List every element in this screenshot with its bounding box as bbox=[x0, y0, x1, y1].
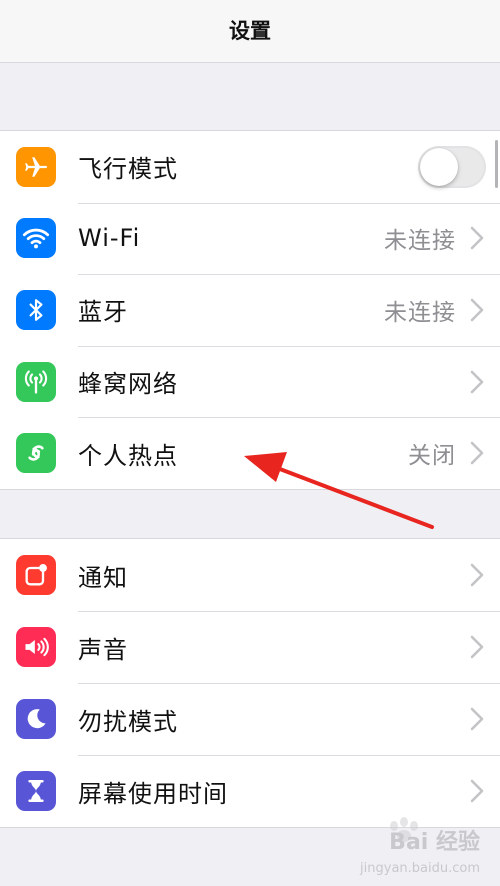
personal-hotspot-label: 个人热点 bbox=[78, 441, 178, 470]
wifi-icon bbox=[16, 218, 56, 259]
notifications-group: 通知 声音 勿扰模式 屏幕使用时间 bbox=[0, 538, 500, 828]
chevron-right-icon bbox=[470, 635, 484, 659]
settings-row-airplane-mode: 飞行模式 bbox=[0, 131, 500, 203]
chevron-right-icon bbox=[470, 779, 484, 803]
wifi-status-value: 未连接 bbox=[384, 228, 456, 255]
toggle-knob bbox=[420, 147, 458, 186]
chevron-right-icon bbox=[470, 441, 484, 465]
settings-row-bluetooth[interactable]: 蓝牙 未连接 bbox=[0, 274, 500, 346]
chevron-right-icon bbox=[470, 707, 484, 731]
page-title: 设置 bbox=[229, 19, 271, 43]
watermark-text: Bai 经验 bbox=[389, 830, 480, 855]
hotspot-link-icon bbox=[16, 433, 56, 474]
cellular-label: 蜂窝网络 bbox=[78, 370, 178, 399]
notifications-label: 通知 bbox=[78, 563, 128, 592]
chevron-right-icon bbox=[470, 563, 484, 587]
settings-row-personal-hotspot[interactable]: 个人热点 关闭 bbox=[0, 417, 500, 489]
watermark-subtext: jingyan.baidu.com bbox=[360, 861, 480, 876]
navigation-bar: 设置 bbox=[0, 0, 500, 63]
settings-row-wifi[interactable]: Wi-Fi 未连接 bbox=[0, 202, 500, 275]
hourglass-icon bbox=[16, 771, 56, 811]
airplane-mode-toggle[interactable] bbox=[418, 145, 486, 188]
notifications-icon bbox=[16, 555, 56, 595]
connectivity-group: 飞行模式 Wi-Fi 未连接 蓝牙 未连接 蜂窝网络 个人热点 关闭 bbox=[0, 130, 500, 490]
settings-screen: 设置 飞行模式 Wi-Fi 未连接 蓝牙 未连接 蜂窝网络 个人热点 关闭 通知… bbox=[0, 0, 500, 886]
moon-icon bbox=[16, 699, 56, 739]
airplane-mode-label: 飞行模式 bbox=[78, 155, 178, 184]
airplane-icon bbox=[16, 146, 56, 187]
wifi-label: Wi-Fi bbox=[78, 224, 141, 253]
personal-hotspot-status-value: 关闭 bbox=[408, 443, 456, 470]
settings-row-cellular[interactable]: 蜂窝网络 bbox=[0, 345, 500, 418]
chevron-right-icon bbox=[470, 370, 484, 393]
settings-row-notifications[interactable]: 通知 bbox=[0, 539, 500, 611]
screen-time-label: 屏幕使用时间 bbox=[78, 779, 228, 808]
bluetooth-icon bbox=[16, 289, 56, 330]
sounds-label: 声音 bbox=[78, 635, 128, 664]
settings-row-sounds[interactable]: 声音 bbox=[0, 611, 500, 683]
chevron-right-icon bbox=[470, 227, 484, 250]
settings-row-do-not-disturb[interactable]: 勿扰模式 bbox=[0, 683, 500, 755]
scroll-indicator bbox=[495, 140, 498, 188]
speaker-icon bbox=[16, 627, 56, 667]
chevron-right-icon bbox=[470, 298, 484, 322]
bluetooth-status-value: 未连接 bbox=[384, 299, 456, 326]
do-not-disturb-label: 勿扰模式 bbox=[78, 707, 178, 736]
cellular-antenna-icon bbox=[16, 361, 56, 402]
bluetooth-label: 蓝牙 bbox=[78, 298, 128, 327]
